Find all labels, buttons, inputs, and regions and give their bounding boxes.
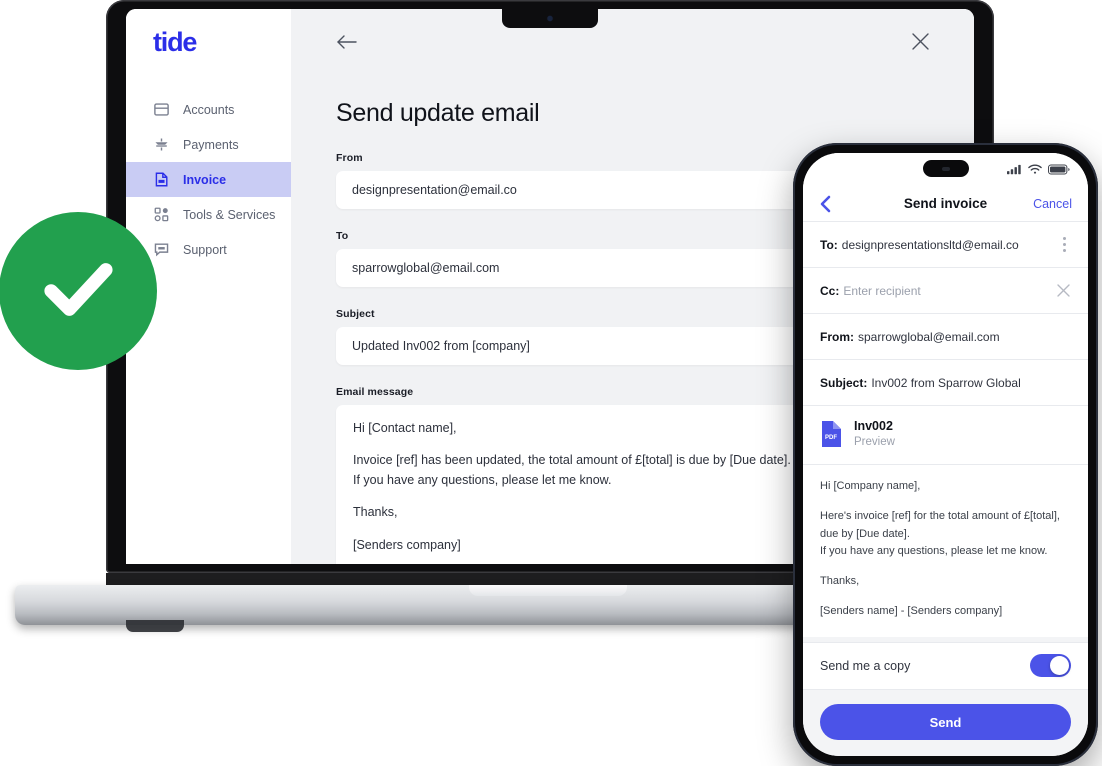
phone-attachment-row[interactable]: PDF Inv002 Preview <box>803 405 1088 464</box>
kebab-menu-icon[interactable] <box>1057 237 1071 252</box>
chevron-left-icon[interactable] <box>819 194 832 214</box>
invoice-icon <box>153 171 170 188</box>
tide-logo: tide <box>153 27 197 57</box>
wifi-icon <box>1028 162 1042 180</box>
message-line: Invoice [ref] has been updated, the tota… <box>353 453 791 468</box>
sidebar-nav: Accounts Payments Invoice Tools & Servic… <box>126 92 291 267</box>
back-arrow-icon[interactable] <box>336 33 358 51</box>
send-button[interactable]: Send <box>820 704 1071 740</box>
laptop-foot <box>126 620 184 632</box>
message-line: Here's invoice [ref] for the total amoun… <box>820 509 1060 540</box>
phone-row-cc[interactable]: Cc: Enter recipient <box>803 267 1088 313</box>
sidebar-item-label: Support <box>183 242 227 257</box>
cancel-button[interactable]: Cancel <box>1033 197 1072 211</box>
check-circle-icon <box>30 241 126 342</box>
phone-device: Send invoice Cancel To: designpresentati… <box>793 143 1098 766</box>
message-line: If you have any questions, please let me… <box>820 545 1048 558</box>
sidebar-item-label: Accounts <box>183 102 235 117</box>
svg-text:PDF: PDF <box>825 435 837 441</box>
close-icon[interactable] <box>910 31 931 52</box>
tools-icon <box>153 206 170 223</box>
phone-row-to[interactable]: To: designpresentationsltd@email.co <box>803 221 1088 267</box>
laptop-base-notch <box>469 585 627 596</box>
app-topbar <box>291 9 974 65</box>
sidebar-item-label: Invoice <box>183 172 227 187</box>
accounts-icon <box>153 101 170 118</box>
page-title: Send update email <box>336 99 540 127</box>
subject-label: Subject: <box>820 375 868 390</box>
success-check-badge <box>0 212 157 370</box>
message-paragraph: Hi [Company name], <box>820 479 921 492</box>
from-label: From: <box>820 329 854 344</box>
message-line: If you have any questions, please let me… <box>353 472 612 487</box>
send-me-a-copy-row[interactable]: Send me a copy <box>803 641 1088 690</box>
send-copy-label: Send me a copy <box>820 658 911 673</box>
to-label: To: <box>820 237 838 252</box>
sidebar-item-invoice[interactable]: Invoice <box>126 162 291 197</box>
close-icon[interactable] <box>1056 283 1071 298</box>
message-paragraph: Thanks, <box>820 575 860 588</box>
message-paragraph: [Senders name] - [Senders company] <box>820 604 1003 617</box>
pdf-file-icon: PDF <box>820 420 843 448</box>
phone-navbar: Send invoice Cancel <box>803 186 1088 221</box>
payments-icon <box>153 136 170 153</box>
screenshot-stage: tide Accounts Payments Invoice Tools & S… <box>0 0 1102 766</box>
attachment-name: Inv002 <box>854 419 893 433</box>
cellular-signal-icon <box>1007 162 1022 180</box>
subject-value: Inv002 from Sparrow Global <box>871 375 1021 390</box>
cc-label: Cc: <box>820 283 840 298</box>
phone-body: To: designpresentationsltd@email.co Cc: … <box>803 221 1088 642</box>
cc-input-placeholder[interactable]: Enter recipient <box>843 284 920 298</box>
webcam-icon <box>547 16 553 21</box>
message-paragraph: Here's invoice [ref] for the total amoun… <box>820 508 1071 561</box>
status-icons <box>1007 162 1070 180</box>
battery-icon <box>1048 162 1070 180</box>
phone-row-subject[interactable]: Subject: Inv002 from Sparrow Global <box>803 359 1088 405</box>
phone-row-from[interactable]: From: sparrowglobal@email.com <box>803 313 1088 359</box>
send-copy-toggle[interactable] <box>1030 654 1071 678</box>
phone-message-body[interactable]: Hi [Company name], Here's invoice [ref] … <box>803 463 1088 637</box>
dynamic-island <box>922 160 969 177</box>
phone-screen: Send invoice Cancel To: designpresentati… <box>803 153 1088 756</box>
support-icon <box>153 241 170 258</box>
phone-status-bar <box>803 153 1088 186</box>
from-value: sparrowglobal@email.com <box>858 329 1000 344</box>
attachment-preview-link[interactable]: Preview <box>854 434 895 451</box>
attachment-info: Inv002 Preview <box>854 418 895 451</box>
laptop-camera-notch <box>502 9 598 28</box>
sidebar-item-accounts[interactable]: Accounts <box>126 92 291 127</box>
sidebar-item-payments[interactable]: Payments <box>126 127 291 162</box>
sidebar-item-label: Tools & Services <box>183 207 276 222</box>
to-value: designpresentationsltd@email.co <box>841 237 1019 252</box>
phone-send-area: Send <box>803 690 1088 756</box>
sidebar-item-label: Payments <box>183 137 239 152</box>
sidebar-item-tools-and-services[interactable]: Tools & Services <box>126 197 291 232</box>
